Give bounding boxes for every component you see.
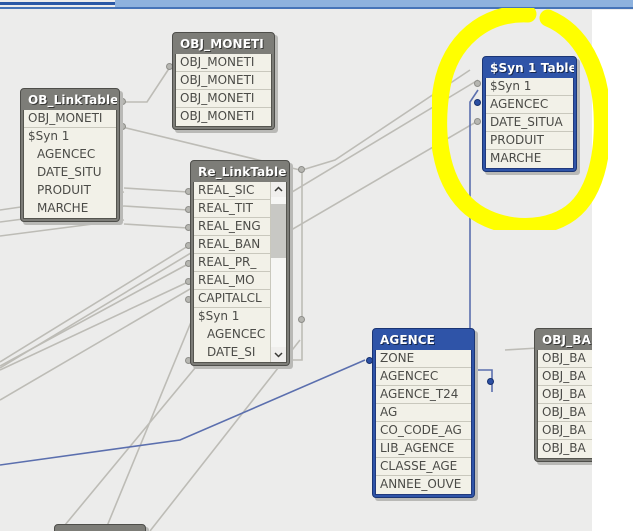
- table-re-linktable[interactable]: Re_LinkTable REAL_SIC REAL_TIT REAL_ENG …: [190, 160, 293, 369]
- table-row[interactable]: $Syn 1: [486, 78, 573, 96]
- table-fields: ZONE AGENCEC AGENCE_T24 AG CO_CODE_AG LI…: [375, 350, 472, 495]
- table-title: $Syn 1 Table: [485, 59, 574, 78]
- table-row[interactable]: AGENCEC: [24, 146, 116, 164]
- title-bar-right-accent: [115, 0, 633, 7]
- table-row[interactable]: OBJ_BA: [538, 350, 592, 368]
- table-row[interactable]: $Syn 1: [194, 308, 270, 326]
- table-row[interactable]: DATE_SI: [194, 344, 270, 362]
- title-bar-left-accent: [0, 2, 117, 5]
- table-row[interactable]: DATE_SITUA: [486, 114, 573, 132]
- chevron-down-icon[interactable]: [271, 347, 286, 362]
- connector-dot: [298, 316, 305, 323]
- table-row[interactable]: AGENCEC: [376, 368, 471, 386]
- connector-dot: [474, 118, 481, 125]
- table-row[interactable]: OBJ_MONETI: [176, 72, 271, 90]
- table-row[interactable]: OBJ_BA: [538, 368, 592, 386]
- table-row[interactable]: OBJ_BA: [538, 440, 592, 458]
- table-row[interactable]: AGENCEC: [194, 326, 270, 344]
- table-row[interactable]: OBJ_BA: [538, 422, 592, 440]
- table-row[interactable]: AGENCEC: [486, 96, 573, 114]
- table-fields: REAL_SIC REAL_TIT REAL_ENG REAL_BAN REAL…: [193, 182, 287, 363]
- table-row[interactable]: $Syn 1: [24, 128, 116, 146]
- table-row[interactable]: MARCHE: [24, 200, 116, 218]
- table-fields: $Syn 1 AGENCEC DATE_SITUA PRODUIT MARCHE: [485, 78, 574, 169]
- table-row[interactable]: REAL_SIC: [194, 182, 270, 200]
- table-row[interactable]: AG: [376, 404, 471, 422]
- chevron-up-icon[interactable]: [271, 182, 286, 197]
- table-fields: OBJ_MONETI OBJ_MONETI OBJ_MONETI OBJ_MON…: [175, 54, 272, 127]
- table-title: OBJ_CREDIT: [57, 527, 143, 531]
- scrollbar-track[interactable]: [271, 197, 286, 347]
- table-row[interactable]: REAL_MO: [194, 272, 270, 290]
- table-row[interactable]: CLASSE_AGE: [376, 458, 471, 476]
- table-row[interactable]: REAL_ENG: [194, 218, 270, 236]
- table-row[interactable]: CO_CODE_AG: [376, 422, 471, 440]
- table-row[interactable]: ANNEE_OUVE: [376, 476, 471, 494]
- table-title: AGENCE: [375, 331, 472, 350]
- table-row[interactable]: CAPITALCL: [194, 290, 270, 308]
- table-row[interactable]: REAL_TIT: [194, 200, 270, 218]
- table-scrollbar[interactable]: [270, 182, 286, 362]
- table-row[interactable]: OBJ_BA: [538, 404, 592, 422]
- table-syn1[interactable]: $Syn 1 Table $Syn 1 AGENCEC DATE_SITUA P…: [482, 56, 580, 175]
- table-row[interactable]: LIB_AGENCE: [376, 440, 471, 458]
- schema-canvas[interactable]: OBJ_MONETI OBJ_MONETI OBJ_MONETI OBJ_MON…: [0, 10, 592, 531]
- table-row[interactable]: OBJ_MONETI: [176, 54, 271, 72]
- table-title: OBJ_MONETI: [175, 35, 272, 54]
- canvas-right-margin: [592, 10, 633, 531]
- table-row[interactable]: REAL_BAN: [194, 236, 270, 254]
- table-row[interactable]: REAL_PR_: [194, 254, 270, 272]
- table-row[interactable]: PRODUIT: [486, 132, 573, 150]
- table-fields: OBJ_BA OBJ_BA OBJ_BA OBJ_BA OBJ_BA OBJ_B…: [537, 350, 592, 459]
- connector-dot-selected: [474, 99, 481, 106]
- table-title: OBJ_BA: [537, 331, 592, 350]
- table-row[interactable]: OBJ_MONETI: [176, 90, 271, 108]
- table-fields: OBJ_MONETI $Syn 1 AGENCEC DATE_SITU PROD…: [23, 110, 117, 219]
- table-row[interactable]: AGENCE_T24: [376, 386, 471, 404]
- connector-dot: [474, 80, 481, 87]
- table-row[interactable]: DATE_SITU: [24, 164, 116, 182]
- table-row[interactable]: OBJ_MONETI: [24, 110, 116, 128]
- table-obj-credit[interactable]: OBJ_CREDIT: [54, 524, 149, 531]
- table-ob-linktable[interactable]: OB_LinkTable OBJ_MONETI $Syn 1 AGENCEC D…: [20, 88, 123, 225]
- table-obj-moneti[interactable]: OBJ_MONETI OBJ_MONETI OBJ_MONETI OBJ_MON…: [172, 32, 278, 133]
- connector-dot-selected: [487, 378, 494, 385]
- table-row[interactable]: OBJ_MONETI: [176, 108, 271, 126]
- table-row[interactable]: PRODUIT: [24, 182, 116, 200]
- table-agence[interactable]: AGENCE ZONE AGENCEC AGENCE_T24 AG CO_COD…: [372, 328, 478, 501]
- table-title: Re_LinkTable: [193, 163, 287, 182]
- title-bar-rule: [0, 7, 633, 9]
- app-window: OBJ_MONETI OBJ_MONETI OBJ_MONETI OBJ_MON…: [0, 0, 633, 531]
- window-title-bar: [0, 0, 633, 10]
- connector-dot: [298, 166, 305, 173]
- table-title: OB_LinkTable: [23, 91, 117, 110]
- table-row[interactable]: OBJ_BA: [538, 386, 592, 404]
- scrollbar-thumb[interactable]: [271, 204, 286, 258]
- table-row[interactable]: ZONE: [376, 350, 471, 368]
- table-row[interactable]: MARCHE: [486, 150, 573, 168]
- table-obj-ba[interactable]: OBJ_BA OBJ_BA OBJ_BA OBJ_BA OBJ_BA OBJ_B…: [534, 328, 592, 465]
